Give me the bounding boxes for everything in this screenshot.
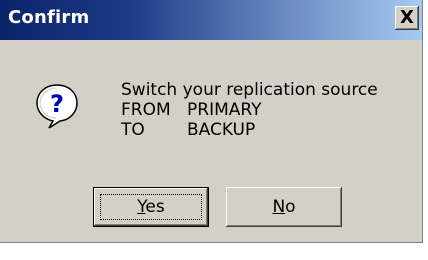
close-icon: X xyxy=(400,7,414,28)
no-button[interactable]: No xyxy=(226,187,342,227)
yes-button[interactable]: Yes xyxy=(93,187,209,227)
focus-rectangle xyxy=(100,194,202,220)
question-mark-glyph: ? xyxy=(50,90,64,118)
question-icon: ? xyxy=(36,84,78,129)
no-button-label: No xyxy=(272,197,296,217)
message-line-1: Switch your replication source xyxy=(121,80,378,100)
close-button[interactable]: X xyxy=(395,6,419,30)
to-label: TO xyxy=(121,120,145,140)
confirm-dialog: Confirm X ? Switch your replication sour… xyxy=(0,0,423,243)
message-line-to: TO BACKUP xyxy=(121,120,378,140)
message-line-from: FROM PRIMARY xyxy=(121,100,378,120)
window-title: Confirm xyxy=(8,7,90,28)
from-label: FROM xyxy=(121,100,171,120)
from-value: PRIMARY xyxy=(187,100,262,120)
message-text: Switch your replication source FROM PRIMA… xyxy=(121,80,378,140)
title-bar[interactable]: Confirm X xyxy=(0,0,422,40)
to-value: BACKUP xyxy=(187,120,256,140)
